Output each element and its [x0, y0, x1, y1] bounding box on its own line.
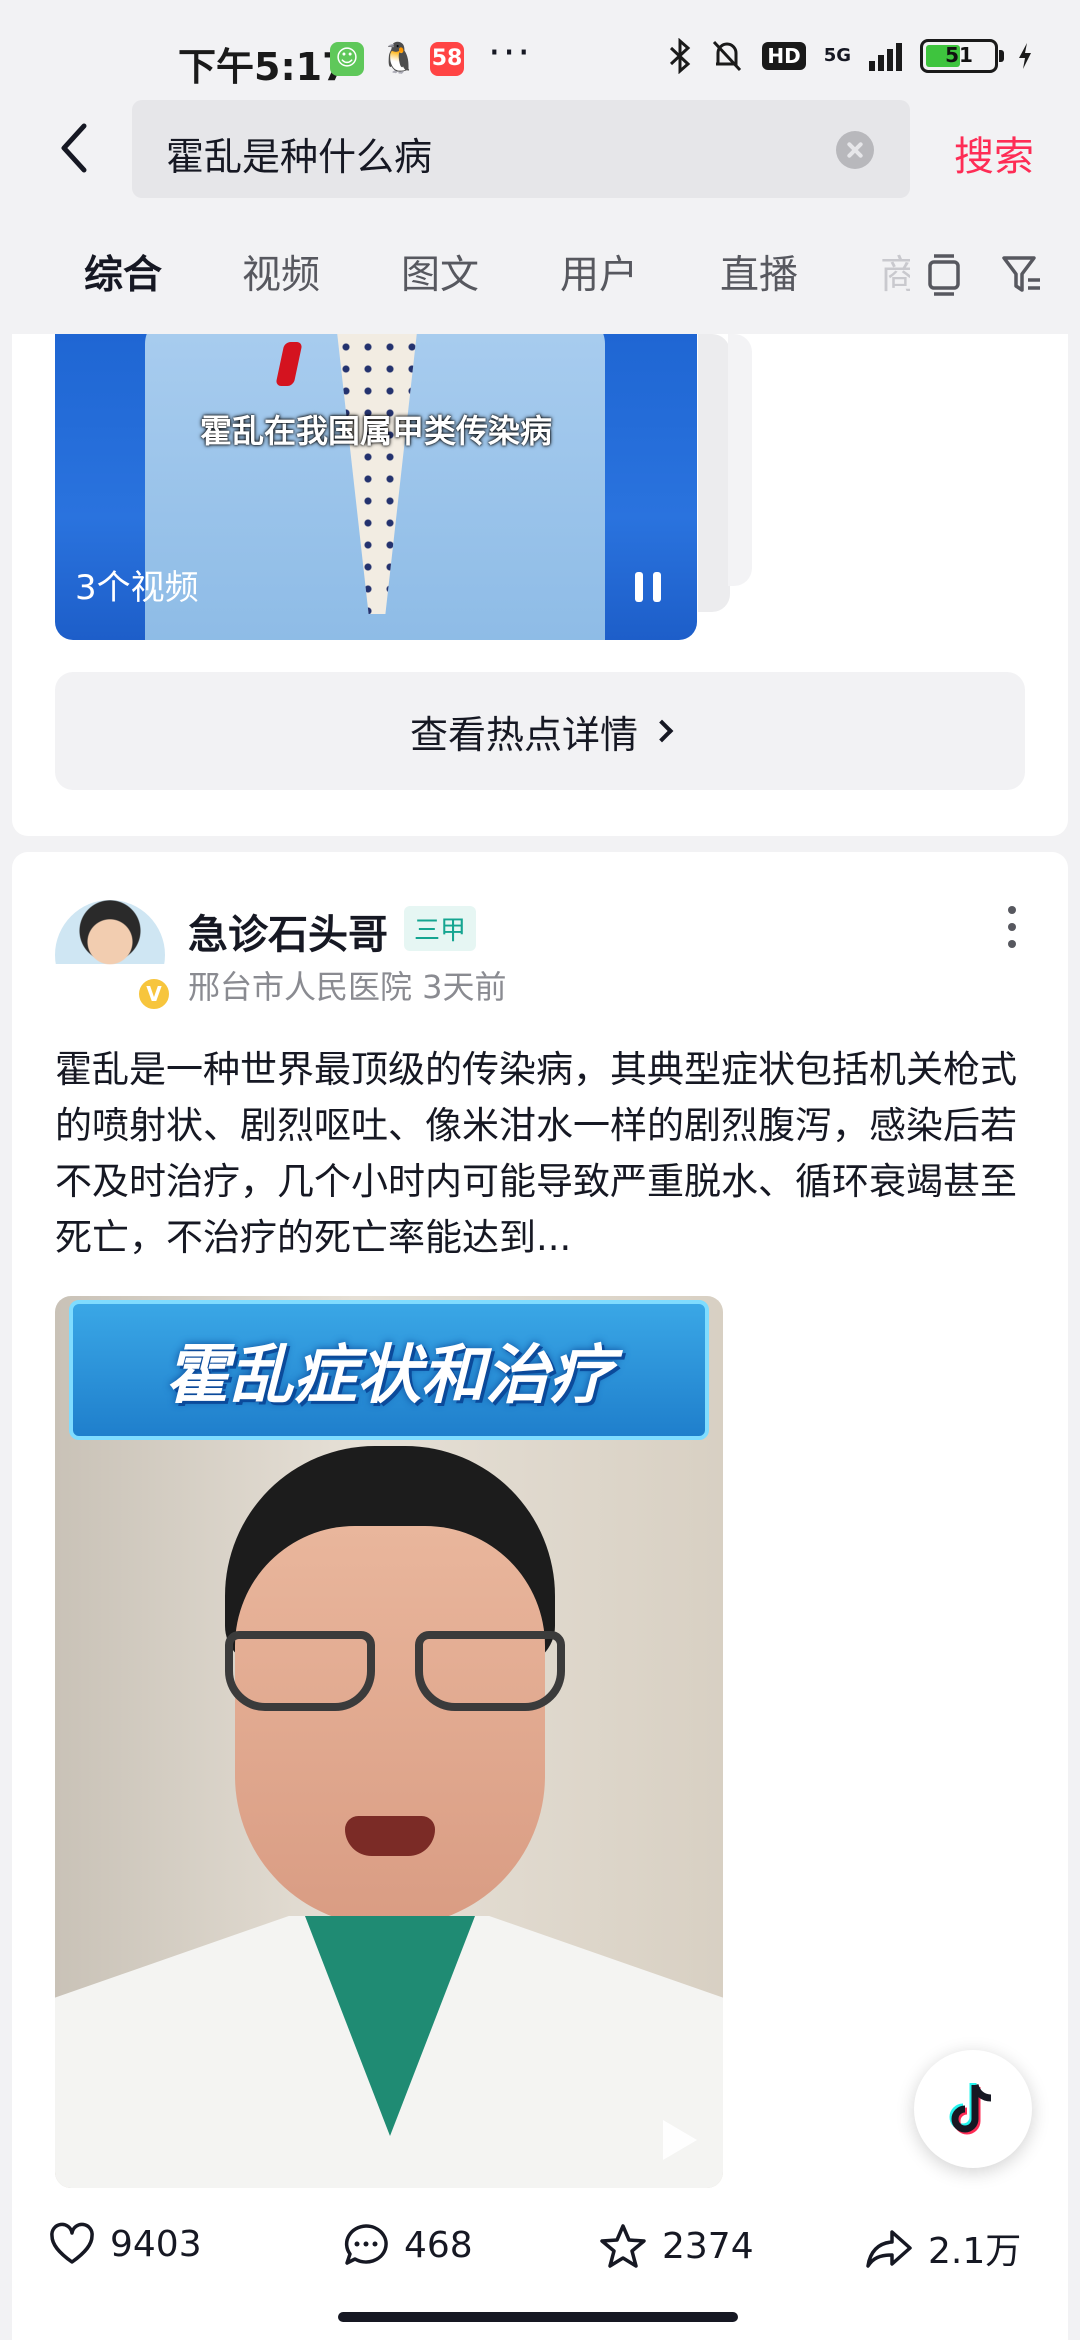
home-indicator[interactable] [338, 2312, 738, 2322]
mute-bell-icon [713, 40, 742, 72]
share-arrow-icon [866, 2230, 912, 2268]
post-meta: 邢台市人民医院 3天前 [188, 968, 507, 1006]
hospital-grade-badge: 三甲 [404, 906, 477, 951]
view-hot-details-label: 查看热点详情 [409, 712, 638, 757]
more-options-icon[interactable] [1008, 906, 1018, 950]
network-type: 5G [823, 45, 851, 66]
more-notifications-icon: ··· [488, 30, 533, 76]
tab-image-text[interactable]: 图文 [401, 244, 479, 300]
tab-video[interactable]: 视频 [242, 244, 320, 300]
bluetooth-icon [670, 38, 691, 74]
search-query-text[interactable]: 霍乱是种什么病 [166, 126, 432, 181]
video-count-label: 3个视频 [75, 568, 199, 608]
search-header: 霍乱是种什么病 搜索 [0, 96, 1080, 216]
comment-count: 468 [404, 2224, 473, 2266]
video-stack-shadow [698, 334, 752, 612]
tab-shop[interactable]: 商 [880, 244, 910, 300]
hot-topic-video[interactable]: 霍乱在我国属甲类传染病 3个视频 [55, 334, 697, 640]
play-icon[interactable] [663, 2120, 697, 2160]
signal-strength-icon [869, 41, 902, 71]
battery-icon: 51 [920, 39, 1004, 73]
result-tabs: 综合 视频 图文 用户 直播 商 [0, 216, 1080, 334]
like-button[interactable]: 9403 [48, 2222, 202, 2266]
hd-voice-icon: HD [762, 42, 806, 70]
author-name[interactable]: 急诊石头哥 [188, 902, 388, 960]
tab-users[interactable]: 用户 [560, 244, 638, 300]
comment-icon [344, 2224, 388, 2265]
comment-button[interactable]: 468 [342, 2222, 473, 2268]
pause-icon[interactable] [635, 572, 661, 602]
post-card: V 急诊石头哥 三甲 邢台市人民医院 3天前 霍乱是一种世界最顶级的传染病，其典… [12, 852, 1068, 2340]
tab-live[interactable]: 直播 [720, 244, 798, 300]
tab-comprehensive[interactable]: 综合 [84, 244, 162, 300]
view-hot-details-button[interactable]: 查看热点详情 [55, 672, 1025, 790]
status-time: 下午5:17 [178, 45, 349, 89]
search-input[interactable]: 霍乱是种什么病 [132, 100, 910, 198]
hot-topic-card: 霍乱在我国属甲类传染病 3个视频 查看热点详情 [12, 334, 1068, 836]
heart-icon [50, 2222, 94, 2264]
post-text[interactable]: 霍乱是一种世界最顶级的传染病，其典型症状包括机关枪式的喷射状、剧烈呕吐、像米泔水… [55, 1042, 1030, 1266]
star-icon [600, 2224, 646, 2268]
favorite-count: 2374 [662, 2225, 754, 2267]
douyin-logo-icon [949, 2083, 992, 2135]
post-actions: 9403 468 2374 2.1万 [12, 2212, 1068, 2292]
charging-icon [1019, 43, 1031, 69]
video-title-banner: 霍乱症状和治疗 [69, 1300, 709, 1440]
like-count: 9403 [110, 2223, 202, 2265]
app-58-notification-icon: 58 [430, 42, 464, 76]
back-arrow-icon[interactable] [52, 118, 102, 178]
wechat-notification-icon: ☺ [330, 42, 364, 76]
favorite-button[interactable]: 2374 [598, 2222, 754, 2270]
filter-icon[interactable] [1000, 252, 1044, 296]
video-subtitle: 霍乱在我国属甲类传染病 [199, 412, 552, 450]
status-bar: 下午5:17 ☺ 🐧 58 ··· HD 5G 51 [0, 0, 1080, 96]
share-count: 2.1万 [928, 2231, 1022, 2272]
search-button[interactable]: 搜索 [954, 124, 1034, 182]
verified-badge-icon: V [136, 976, 172, 1012]
clear-search-icon[interactable] [836, 131, 874, 169]
layout-toggle-icon[interactable] [924, 252, 964, 296]
post-video[interactable]: 霍乱症状和治疗 [55, 1296, 723, 2188]
chevron-right-icon [650, 719, 674, 743]
battery-level: 51 [945, 43, 973, 67]
qq-notification-icon: 🐧 [380, 41, 418, 76]
douyin-floating-button[interactable] [914, 2050, 1032, 2168]
share-button[interactable]: 2.1万 [864, 2222, 1021, 2274]
